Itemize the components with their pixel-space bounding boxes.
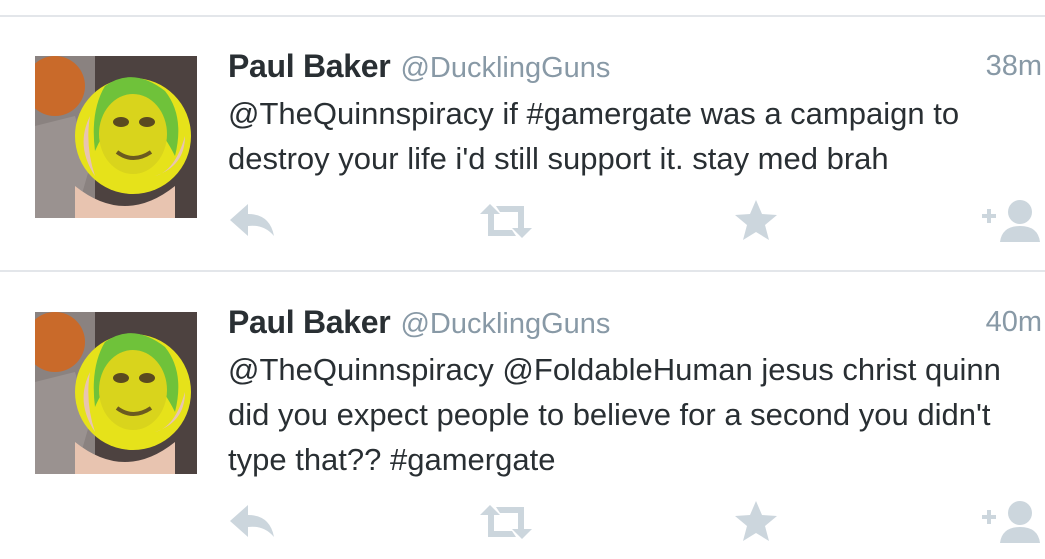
reply-button[interactable] (226, 196, 282, 246)
author-handle[interactable]: @DucklingGuns (400, 308, 610, 340)
favorite-icon (735, 501, 777, 541)
reply-icon (230, 505, 274, 537)
tweet-header: Paul Baker @DucklingGuns 38m (228, 48, 1042, 88)
retweet-button[interactable] (476, 497, 536, 547)
retweet-button[interactable] (476, 196, 536, 246)
timeline: Paul Baker @DucklingGuns 38m @TheQuinnspi… (0, 0, 1045, 559)
tweet-actions (0, 497, 1045, 547)
tweet-timestamp[interactable]: 38m (986, 50, 1042, 83)
tweet-divider (0, 15, 1045, 17)
favorite-icon (735, 200, 777, 240)
avatar[interactable] (35, 312, 197, 474)
tweet-divider (0, 270, 1045, 272)
follow-button[interactable] (980, 196, 1042, 246)
retweet-icon (480, 505, 532, 539)
reply-button[interactable] (226, 497, 282, 547)
author-name[interactable]: Paul Baker (228, 304, 391, 340)
follow-icon (982, 501, 1040, 543)
tweet-actions (0, 196, 1045, 246)
follow-button[interactable] (980, 497, 1042, 547)
reply-icon (230, 204, 274, 236)
favorite-button[interactable] (731, 196, 787, 246)
tweet-text: @TheQuinnspiracy @FoldableHuman jesus ch… (228, 352, 1001, 477)
avatar[interactable] (35, 56, 197, 218)
follow-icon (982, 200, 1040, 242)
tweet-text: @TheQuinnspiracy if #gamergate was a cam… (228, 96, 960, 176)
tweet-timestamp[interactable]: 40m (986, 306, 1042, 339)
favorite-button[interactable] (731, 497, 787, 547)
tweet-header: Paul Baker @DucklingGuns 40m (228, 304, 1042, 344)
author-name[interactable]: Paul Baker (228, 48, 391, 84)
retweet-icon (480, 204, 532, 238)
author-handle[interactable]: @DucklingGuns (400, 52, 610, 84)
